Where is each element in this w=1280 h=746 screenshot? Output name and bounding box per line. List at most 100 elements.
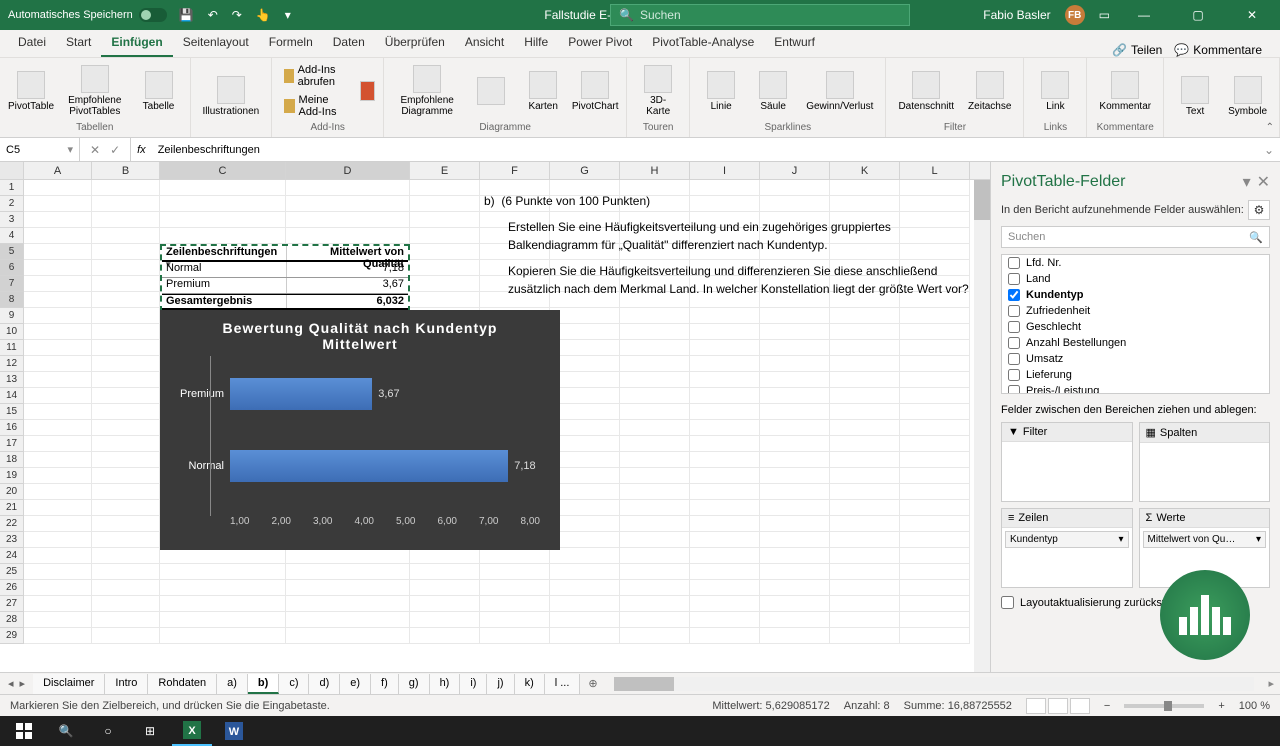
- cell[interactable]: [92, 340, 160, 356]
- ribbon-button[interactable]: Säule: [750, 69, 796, 114]
- cell[interactable]: [760, 452, 830, 468]
- toggle-switch[interactable]: [139, 8, 167, 22]
- row-header[interactable]: 23: [0, 532, 24, 548]
- zoom-level[interactable]: 100 %: [1239, 700, 1270, 712]
- row-header[interactable]: 10: [0, 324, 24, 340]
- horizontal-scrollbar[interactable]: [614, 677, 1255, 691]
- cell[interactable]: [900, 308, 970, 324]
- cell[interactable]: [760, 532, 830, 548]
- comments-button[interactable]: 💬 Kommentare: [1174, 43, 1262, 57]
- cell[interactable]: [24, 324, 92, 340]
- cell[interactable]: [92, 372, 160, 388]
- cell[interactable]: [24, 612, 92, 628]
- columns-zone[interactable]: ▦Spalten: [1139, 422, 1271, 502]
- cell[interactable]: [410, 548, 480, 564]
- cell[interactable]: [160, 548, 286, 564]
- row-header[interactable]: 29: [0, 628, 24, 644]
- cell[interactable]: [900, 324, 970, 340]
- row-header[interactable]: 12: [0, 356, 24, 372]
- cell[interactable]: [24, 580, 92, 596]
- cell[interactable]: [92, 196, 160, 212]
- redo-icon[interactable]: ↷: [232, 8, 242, 22]
- bar-chart[interactable]: Bewertung Qualität nach Kundentyp Mittel…: [160, 310, 560, 550]
- cell[interactable]: [760, 628, 830, 644]
- page-break-view-icon[interactable]: [1070, 698, 1090, 714]
- cell[interactable]: [24, 484, 92, 500]
- value-field-item[interactable]: Mittelwert von Qualität▾: [1143, 531, 1267, 548]
- row-header[interactable]: 3: [0, 212, 24, 228]
- cell[interactable]: [24, 244, 92, 260]
- gear-icon[interactable]: ⚙: [1248, 200, 1270, 220]
- ribbon-button[interactable]: Zeitachse: [964, 69, 1015, 114]
- cell[interactable]: [760, 612, 830, 628]
- cell[interactable]: [830, 404, 900, 420]
- vertical-scrollbar[interactable]: [974, 180, 990, 672]
- cell[interactable]: [286, 612, 410, 628]
- cell[interactable]: [550, 516, 620, 532]
- cell[interactable]: [92, 212, 160, 228]
- cell[interactable]: [760, 404, 830, 420]
- cell[interactable]: [760, 388, 830, 404]
- cell[interactable]: [830, 500, 900, 516]
- ribbon-button[interactable]: Tabelle: [136, 69, 182, 114]
- cell[interactable]: [760, 372, 830, 388]
- cell[interactable]: [24, 388, 92, 404]
- cell[interactable]: [24, 308, 92, 324]
- cell[interactable]: [550, 356, 620, 372]
- column-header[interactable]: B: [92, 162, 160, 179]
- formula-input[interactable]: Zeilenbeschriftungen: [152, 144, 1258, 156]
- cell[interactable]: [690, 548, 760, 564]
- ribbon-button[interactable]: Symbole: [1224, 74, 1271, 119]
- ribbon-tab-einfügen[interactable]: Einfügen: [101, 29, 172, 57]
- cell[interactable]: [92, 228, 160, 244]
- cell[interactable]: [620, 372, 690, 388]
- row-header[interactable]: 5: [0, 244, 24, 260]
- column-header[interactable]: E: [410, 162, 480, 179]
- ribbon-button[interactable]: [468, 75, 514, 107]
- cell[interactable]: [92, 276, 160, 292]
- cell[interactable]: [830, 356, 900, 372]
- cell[interactable]: [900, 356, 970, 372]
- cell[interactable]: [900, 564, 970, 580]
- row-header[interactable]: 25: [0, 564, 24, 580]
- cell[interactable]: [900, 596, 970, 612]
- cell[interactable]: [620, 420, 690, 436]
- collapse-ribbon-icon[interactable]: ⌃: [1266, 122, 1274, 133]
- row-header[interactable]: 2: [0, 196, 24, 212]
- task-view-icon[interactable]: ⊞: [130, 716, 170, 746]
- cell[interactable]: [690, 500, 760, 516]
- column-header[interactable]: L: [900, 162, 970, 179]
- filter-zone[interactable]: ▼Filter: [1001, 422, 1133, 502]
- column-header[interactable]: G: [550, 162, 620, 179]
- column-header[interactable]: A: [24, 162, 92, 179]
- cell[interactable]: [286, 548, 410, 564]
- cell[interactable]: [900, 628, 970, 644]
- sheet-tab[interactable]: k): [515, 674, 545, 694]
- row-field-item[interactable]: Kundentyp▾: [1005, 531, 1129, 548]
- cell[interactable]: [92, 452, 160, 468]
- cell[interactable]: [690, 468, 760, 484]
- cell[interactable]: [760, 324, 830, 340]
- cell[interactable]: [92, 356, 160, 372]
- cell[interactable]: [550, 532, 620, 548]
- cell[interactable]: [830, 612, 900, 628]
- ribbon-button[interactable]: Linie: [698, 69, 744, 114]
- cell[interactable]: [286, 180, 410, 196]
- column-header[interactable]: I: [690, 162, 760, 179]
- tab-nav-prev-icon[interactable]: ◂: [8, 677, 14, 690]
- cell[interactable]: [24, 340, 92, 356]
- cell[interactable]: [24, 468, 92, 484]
- select-all-corner[interactable]: [0, 162, 24, 179]
- start-button[interactable]: [4, 716, 44, 746]
- cell[interactable]: [690, 564, 760, 580]
- cell[interactable]: [92, 596, 160, 612]
- cell[interactable]: [620, 468, 690, 484]
- cell[interactable]: [620, 484, 690, 500]
- cell[interactable]: [690, 388, 760, 404]
- cell[interactable]: [92, 420, 160, 436]
- cell[interactable]: [480, 548, 550, 564]
- word-taskbar-icon[interactable]: W: [214, 716, 254, 746]
- column-header[interactable]: F: [480, 162, 550, 179]
- cell[interactable]: [550, 580, 620, 596]
- pivot-table[interactable]: Zeilenbeschriftungen ▾ Mittelwert von Qu…: [160, 244, 410, 312]
